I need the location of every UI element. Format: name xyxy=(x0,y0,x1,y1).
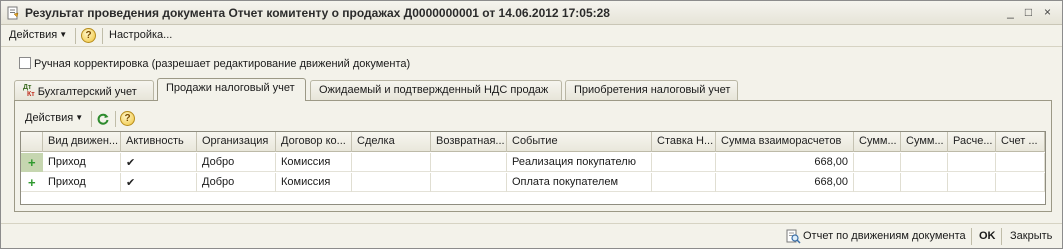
maximize-button[interactable]: □ xyxy=(1020,5,1037,21)
cell-settlement[interactable] xyxy=(948,153,996,172)
cell-event[interactable]: Реализация покупателю xyxy=(507,153,652,172)
row-marker: + xyxy=(21,173,43,192)
settings-button[interactable]: Настройка... xyxy=(109,29,172,41)
cell-sum[interactable] xyxy=(901,173,948,192)
cell-sum[interactable] xyxy=(854,173,901,192)
row-marker-header xyxy=(21,132,43,152)
tab-purchases-tax[interactable]: Приобретения налоговый учет xyxy=(565,80,738,100)
cell-settlement-amount[interactable]: 668,00 xyxy=(716,153,854,172)
minimize-button[interactable]: _ xyxy=(1002,5,1019,21)
cell-organization[interactable]: Добро xyxy=(197,153,276,172)
column-header[interactable]: Сумма взаиморасчетов xyxy=(716,132,854,152)
tab-sales-tax-label: Продажи налоговый учет xyxy=(166,82,295,94)
tab-panel-sales-tax: Действия ▼ ? Вид движен... Активность Орг… xyxy=(14,100,1052,212)
column-header[interactable]: Возвратная... xyxy=(431,132,507,152)
actions-menu-button[interactable]: Действия ▼ xyxy=(9,29,67,41)
cell-account[interactable] xyxy=(996,173,1045,192)
document-icon xyxy=(7,6,19,20)
column-header[interactable]: Событие xyxy=(507,132,652,152)
table-row[interactable]: + Приход ✔ Добро Комиссия Реализация пок… xyxy=(21,153,1045,172)
tab-accounting[interactable]: Дт Кт Бухгалтерский учет xyxy=(14,80,154,100)
bottom-divider xyxy=(971,228,972,245)
close-window-button[interactable]: × xyxy=(1039,5,1056,21)
cell-movement-kind[interactable]: Приход xyxy=(43,173,121,192)
ok-button[interactable]: OK xyxy=(979,230,996,242)
bottom-bar: Отчет по движениям документа OK Закрыть xyxy=(1,223,1062,248)
column-header[interactable]: Сумм... xyxy=(854,132,901,152)
column-header[interactable]: Договор ко... xyxy=(276,132,352,152)
cell-organization[interactable]: Добро xyxy=(197,173,276,192)
report-magnifier-icon xyxy=(786,229,801,244)
cell-active[interactable]: ✔ xyxy=(121,153,197,172)
tab-accounting-label: Бухгалтерский учет xyxy=(37,86,137,98)
actions-menu-label: Действия xyxy=(9,29,58,41)
column-header[interactable]: Организация xyxy=(197,132,276,152)
help-icon[interactable]: ? xyxy=(120,111,135,126)
toolbar-divider xyxy=(115,111,116,127)
cell-deal[interactable] xyxy=(352,173,431,192)
plus-icon: + xyxy=(28,175,36,190)
cell-settlement[interactable] xyxy=(948,173,996,192)
manual-adjustment-checkbox[interactable] xyxy=(19,57,31,69)
movements-report-button[interactable]: Отчет по движениям документа xyxy=(803,230,966,242)
cell-returnable[interactable] xyxy=(431,173,507,192)
column-header[interactable]: Счет ... xyxy=(996,132,1045,152)
table-row[interactable]: + Приход ✔ Добро Комиссия Оплата покупат… xyxy=(21,173,1045,192)
column-header[interactable]: Вид движен... xyxy=(43,132,121,152)
refresh-icon[interactable] xyxy=(96,112,110,126)
cell-contract[interactable]: Комиссия xyxy=(276,173,352,192)
cell-returnable[interactable] xyxy=(431,153,507,172)
chevron-down-icon: ▼ xyxy=(75,113,84,122)
cell-sum[interactable] xyxy=(854,153,901,172)
bottom-divider xyxy=(1001,228,1002,245)
manual-adjustment-checkbox-row[interactable]: Ручная корректировка (разрешает редактир… xyxy=(19,57,410,70)
cell-sum[interactable] xyxy=(901,153,948,172)
cell-settlement-amount[interactable]: 668,00 xyxy=(716,173,854,192)
cell-account[interactable] xyxy=(996,153,1045,172)
movements-grid: Вид движен... Активность Организация Дог… xyxy=(20,131,1046,205)
grid-header: Вид движен... Активность Организация Дог… xyxy=(21,132,1045,152)
column-header[interactable]: Сделка xyxy=(352,132,431,152)
checkmark-icon: ✔ xyxy=(126,177,136,189)
tab-expected-vat[interactable]: Ожидаемый и подтвержденный НДС продаж xyxy=(310,80,562,100)
column-header[interactable]: Сумм... xyxy=(901,132,948,152)
toolbar-divider xyxy=(91,111,92,127)
cell-event[interactable]: Оплата покупателем xyxy=(507,173,652,192)
window-title: Результат проведения документа Отчет ком… xyxy=(25,6,610,20)
checkmark-icon: ✔ xyxy=(126,157,136,169)
grid-actions-menu-button[interactable]: Действия ▼ xyxy=(25,112,83,124)
toolbar-divider xyxy=(102,28,103,44)
cell-active[interactable]: ✔ xyxy=(121,173,197,192)
tab-purchases-tax-label: Приобретения налоговый учет xyxy=(574,84,731,96)
help-icon[interactable]: ? xyxy=(81,28,96,43)
document-results-window: Результат проведения документа Отчет ком… xyxy=(0,0,1063,249)
cell-contract[interactable]: Комиссия xyxy=(276,153,352,172)
cell-vat-rate[interactable] xyxy=(652,173,716,192)
manual-adjustment-label: Ручная корректировка (разрешает редактир… xyxy=(34,58,411,70)
tab-expected-vat-label: Ожидаемый и подтвержденный НДС продаж xyxy=(319,84,549,96)
dt-kt-icon: Дт Кт xyxy=(23,84,35,98)
plus-icon: + xyxy=(28,155,36,170)
main-toolbar: Действия ▼ ? Настройка... xyxy=(1,25,1062,47)
column-header[interactable]: Расче... xyxy=(948,132,996,152)
close-button[interactable]: Закрыть xyxy=(1010,230,1052,242)
tab-sales-tax-accounting[interactable]: Продажи налоговый учет xyxy=(157,78,306,101)
grid-actions-label: Действия xyxy=(25,112,74,124)
cell-movement-kind[interactable]: Приход xyxy=(43,153,121,172)
cell-deal[interactable] xyxy=(352,153,431,172)
cell-vat-rate[interactable] xyxy=(652,153,716,172)
column-header[interactable]: Ставка Н... xyxy=(652,132,716,152)
column-header[interactable]: Активность xyxy=(121,132,197,152)
toolbar-divider xyxy=(75,28,76,44)
title-bar[interactable]: Результат проведения документа Отчет ком… xyxy=(1,1,1062,25)
chevron-down-icon: ▼ xyxy=(59,30,68,39)
row-marker: + xyxy=(21,153,43,172)
